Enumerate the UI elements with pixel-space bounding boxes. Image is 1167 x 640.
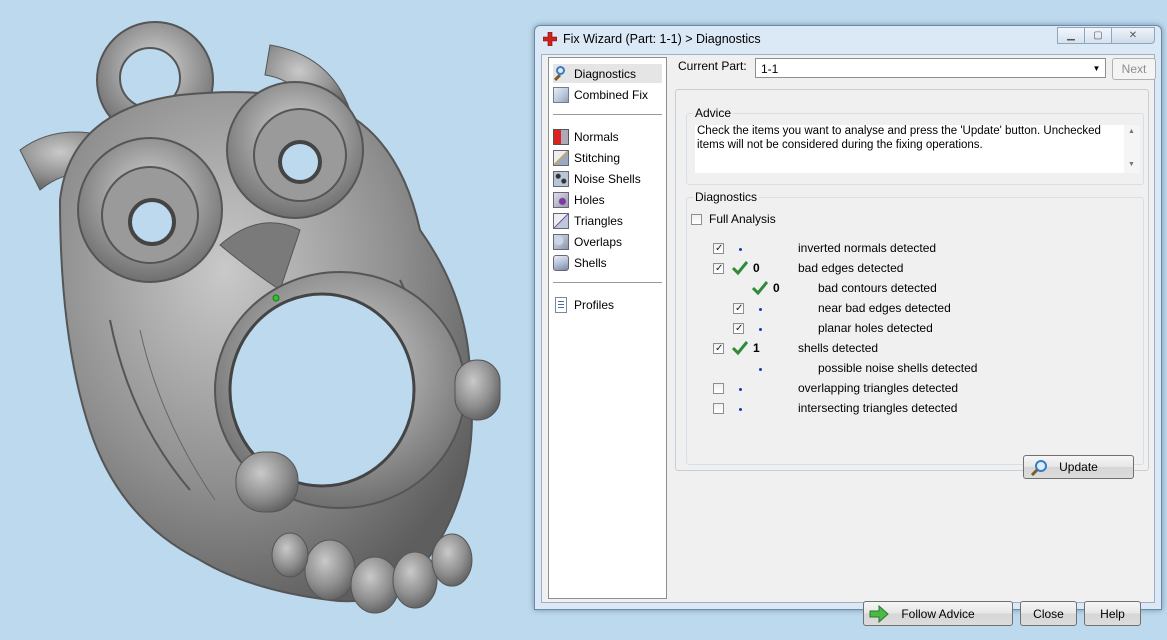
inverted-normals-checkbox[interactable]	[713, 243, 724, 254]
nav-item-shells[interactable]: Shells	[553, 253, 607, 272]
fix-wizard-dialog: Fix Wizard (Part: 1-1) > Diagnostics ▁ ▢…	[534, 25, 1162, 626]
nav-divider	[553, 282, 662, 283]
pending-dot	[759, 308, 762, 311]
green-check-icon	[752, 281, 768, 295]
dialog-client-area: Diagnostics Combined Fix Normals Stitchi…	[541, 54, 1156, 626]
scroll-up-icon[interactable]: ▲	[1128, 128, 1135, 135]
nav-item-label: Combined Fix	[574, 87, 649, 102]
diagnostics-group: Diagnostics Full Analysis inverted norma…	[686, 190, 1144, 465]
green-arrow-icon	[869, 605, 889, 623]
row-label: intersecting triangles detected	[798, 401, 958, 415]
nav-item-label: Triangles	[574, 213, 623, 228]
nav-item-noise-shells[interactable]: Noise Shells	[553, 169, 641, 188]
triangles-icon	[553, 212, 569, 229]
update-label: Update	[1059, 460, 1098, 474]
pending-dot	[739, 408, 742, 411]
maximize-icon[interactable]: ▢	[1084, 27, 1112, 44]
nav-item-holes[interactable]: Holes	[553, 190, 605, 209]
advice-scrollbar[interactable]: ▲ ▼	[1124, 125, 1140, 173]
chevron-down-icon[interactable]: ▼	[1088, 59, 1105, 77]
title-bar[interactable]: Fix Wizard (Part: 1-1) > Diagnostics ▁ ▢…	[535, 26, 1161, 52]
result-count: 1	[753, 341, 760, 355]
nav-item-label: Shells	[574, 255, 607, 270]
scroll-down-icon[interactable]: ▼	[1128, 161, 1135, 168]
pending-dot	[759, 328, 762, 331]
noise-shells-icon	[553, 170, 569, 187]
row-label: inverted normals detected	[798, 241, 937, 255]
row-label: overlapping triangles detected	[798, 381, 959, 395]
advice-text: Check the items you want to analyse and …	[695, 125, 1125, 173]
row-label: possible noise shells detected	[818, 361, 978, 375]
nav-item-label: Stitching	[574, 150, 621, 165]
nav-item-combined-fix[interactable]: Combined Fix	[553, 85, 648, 104]
overlaps-icon	[553, 233, 569, 250]
full-analysis-label: Full Analysis	[709, 212, 776, 226]
diagnostics-legend: Diagnostics	[693, 190, 760, 204]
close-button[interactable]: Close	[1020, 601, 1077, 626]
nav-item-label: Holes	[574, 192, 605, 207]
nav-item-diagnostics[interactable]: Diagnostics	[553, 64, 662, 83]
follow-advice-label: Follow Advice	[901, 606, 975, 621]
row-label: shells detected	[798, 341, 879, 355]
red-cross-icon	[543, 32, 557, 46]
result-count: 0	[753, 261, 760, 275]
profiles-icon	[555, 296, 567, 313]
pending-dot	[739, 248, 742, 251]
near-bad-edges-checkbox[interactable]	[733, 303, 744, 314]
magnifier-icon	[1030, 460, 1047, 476]
wizard-nav-panel: Diagnostics Combined Fix Normals Stitchi…	[548, 57, 667, 599]
close-icon[interactable]: ✕	[1111, 27, 1155, 44]
current-part-dropdown[interactable]: 1-1 ▼	[755, 58, 1106, 78]
row-label: planar holes detected	[818, 321, 933, 335]
window-title: Fix Wizard (Part: 1-1) > Diagnostics	[563, 32, 761, 46]
cube-icon	[553, 86, 569, 103]
minimize-icon[interactable]: ▁	[1057, 27, 1085, 44]
owl-pendant-model[interactable]	[0, 0, 520, 640]
row-label: bad edges detected	[798, 261, 904, 275]
nav-item-profiles[interactable]: Profiles	[553, 295, 614, 314]
planar-holes-checkbox[interactable]	[733, 323, 744, 334]
pending-dot	[759, 368, 762, 371]
update-button[interactable]: Update	[1023, 455, 1134, 479]
current-part-value: 1-1	[761, 62, 779, 76]
nav-item-stitching[interactable]: Stitching	[553, 148, 620, 167]
shells-checkbox[interactable]	[713, 343, 724, 354]
nav-item-label: Noise Shells	[574, 171, 641, 186]
nav-divider	[553, 114, 662, 115]
row-label: near bad edges detected	[818, 301, 951, 315]
help-button[interactable]: Help	[1084, 601, 1141, 626]
nav-item-label: Profiles	[574, 297, 615, 312]
nav-item-label: Diagnostics	[574, 66, 637, 81]
green-check-icon	[732, 341, 748, 355]
current-part-label: Current Part:	[678, 59, 747, 73]
follow-advice-button[interactable]: Follow Advice	[863, 601, 1013, 626]
bad-edges-checkbox[interactable]	[713, 263, 724, 274]
nav-item-triangles[interactable]: Triangles	[553, 211, 623, 230]
intersecting-triangles-checkbox[interactable]	[713, 403, 724, 414]
nav-item-normals[interactable]: Normals	[553, 127, 619, 146]
overlapping-triangles-checkbox[interactable]	[713, 383, 724, 394]
result-count: 0	[773, 281, 780, 295]
nav-item-label: Overlaps	[574, 234, 623, 249]
advice-legend: Advice	[693, 106, 734, 120]
next-button[interactable]: Next	[1112, 58, 1156, 80]
stitching-icon	[553, 149, 569, 166]
magnifier-icon	[553, 65, 569, 82]
shells-icon	[553, 254, 569, 271]
full-analysis-checkbox[interactable]	[691, 214, 702, 225]
pending-dot	[739, 388, 742, 391]
row-label: bad contours detected	[818, 281, 937, 295]
holes-icon	[553, 191, 569, 208]
advice-group: Advice Check the items you want to analy…	[686, 106, 1144, 185]
green-check-icon	[732, 261, 748, 275]
nav-item-overlaps[interactable]: Overlaps	[553, 232, 622, 251]
normals-icon	[553, 128, 569, 145]
nav-item-label: Normals	[574, 129, 619, 144]
